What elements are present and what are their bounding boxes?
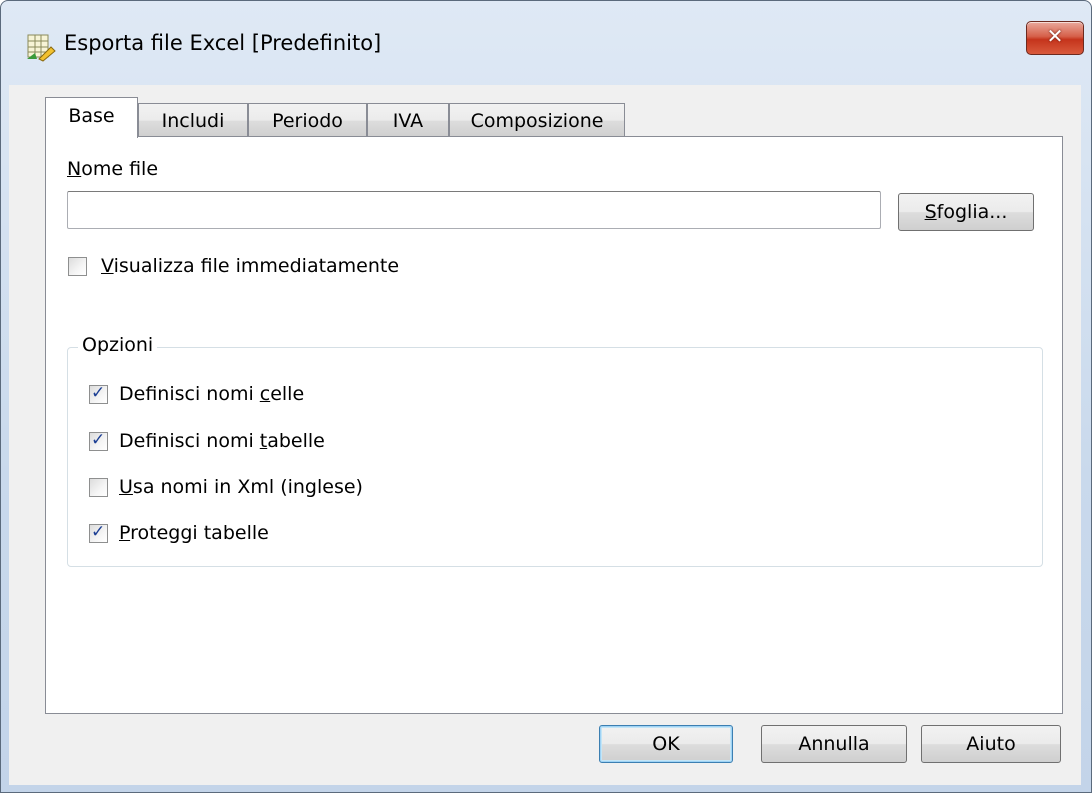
cancel-button[interactable]: Annulla <box>761 725 907 763</box>
checkmark-icon: ✓ <box>91 383 106 403</box>
tab-iva[interactable]: IVA <box>367 103 449 137</box>
protect-tables-label: Proteggi tabelle <box>119 522 269 544</box>
define-cell-names-checkbox[interactable]: ✓ <box>89 383 108 404</box>
title-bar[interactable]: Esporta file Excel [Predefinito] ✕ <box>1 1 1091 85</box>
options-groupbox: Opzioni ✓ Definisci nomi celle ✓ Definis… <box>67 334 1043 567</box>
view-immediately-label: Visualizza file immediatamente <box>101 255 400 277</box>
tab-composizione[interactable]: Composizione <box>449 103 625 137</box>
browse-button[interactable]: Sfoglia... <box>898 193 1034 231</box>
tab-periodo[interactable]: Periodo <box>248 103 367 137</box>
close-icon: ✕ <box>1046 24 1064 48</box>
tab-panel-base: Nome file Sfoglia... Visualizza file imm… <box>45 136 1063 714</box>
define-table-names-label: Definisci nomi tabelle <box>119 430 325 452</box>
filename-input[interactable] <box>67 191 881 229</box>
tab-label: Periodo <box>272 110 343 132</box>
use-xml-names-label: Usa nomi in Xml (inglese) <box>119 476 363 498</box>
tab-label: Composizione <box>470 110 604 132</box>
checkmark-icon: ✓ <box>91 430 106 450</box>
view-immediately-checkbox[interactable] <box>68 257 87 276</box>
define-cell-names-label: Definisci nomi celle <box>119 383 305 405</box>
define-table-names-checkbox[interactable]: ✓ <box>89 430 108 451</box>
window-title: Esporta file Excel [Predefinito] <box>64 31 382 55</box>
ok-button[interactable]: OK <box>599 725 733 763</box>
tab-label: IVA <box>392 110 424 132</box>
tab-label: Base <box>68 105 115 127</box>
help-button[interactable]: Aiuto <box>921 725 1061 763</box>
protect-tables-checkbox[interactable]: ✓ <box>89 522 108 543</box>
filename-label: Nome file <box>67 158 159 180</box>
excel-export-icon <box>27 34 56 62</box>
checkmark-icon: ✓ <box>91 522 106 542</box>
dialog-client-area: Base Includi Periodo IVA Composizione No… <box>9 85 1081 785</box>
close-button[interactable]: ✕ <box>1026 21 1084 55</box>
tab-includi[interactable]: Includi <box>138 103 248 137</box>
use-xml-names-checkbox[interactable] <box>89 478 108 497</box>
options-group-title: Opzioni <box>78 334 158 356</box>
dialog-window: Esporta file Excel [Predefinito] ✕ Base … <box>0 0 1092 793</box>
tab-label: Includi <box>161 110 225 132</box>
tab-base[interactable]: Base <box>45 97 138 138</box>
